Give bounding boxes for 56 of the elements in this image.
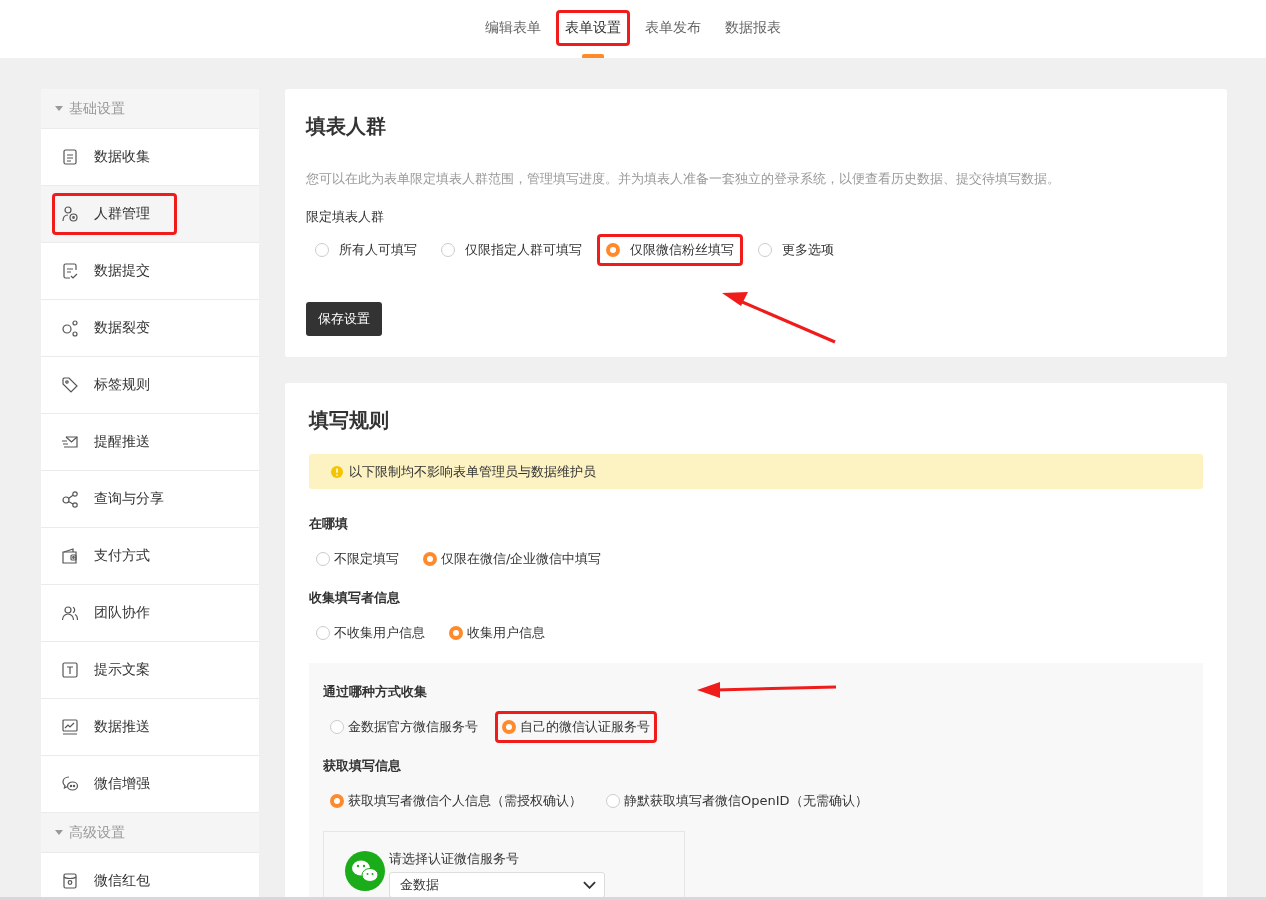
sidebar-item[interactable]: 数据裂变 [41,300,259,357]
tag-icon [61,376,79,394]
group-label: 收集填写者信息 [309,589,400,607]
sidebar-item[interactable]: 人群管理 [41,186,259,243]
sidebar-item[interactable]: 查询与分享 [41,471,259,528]
group-label: 在哪填 [309,515,348,533]
notice-text: 以下限制均不影响表单管理员与数据维护员 [349,462,596,481]
field-label: 限定填表人群 [306,208,385,226]
caret-icon [55,105,63,112]
document-icon [61,148,79,166]
radio-option[interactable]: 金数据官方微信服务号 [323,711,485,743]
sidebar-item[interactable]: 提示文案 [41,642,259,699]
chevron-down-icon [583,881,596,889]
radio-option[interactable]: 所有人可填写 [306,234,426,266]
radio-option[interactable]: 仅限指定人群可填写 [432,234,591,266]
card-title: 填表人群 [306,113,387,140]
radio-option[interactable]: 仅限在微信/企业微信中填写 [416,543,609,575]
tab[interactable]: 表单发布 [636,10,710,46]
group-label: 获取填写信息 [323,757,401,775]
sidebar-item[interactable]: 微信红包 [41,853,259,897]
group-label: 通过哪种方式收集 [323,683,427,701]
radio-option[interactable]: 收集用户信息 [442,617,552,649]
circles-icon [61,319,79,337]
document-check-icon [61,262,79,280]
account-dropdown[interactable]: 金数据 [389,872,605,897]
sidebar-item[interactable]: 标签规则 [41,357,259,414]
radio-option[interactable]: 仅限微信粉丝填写 [597,234,743,266]
text-icon [61,661,79,679]
tab[interactable]: 数据报表 [716,10,790,46]
warning-icon [331,465,343,478]
radio-option[interactable]: 不收集用户信息 [309,617,432,649]
radio-option[interactable]: 更多选项 [749,234,843,266]
picker-label: 请选择认证微信服务号 [389,850,520,868]
radio-option[interactable]: 获取填写者微信个人信息（需授权确认） [323,785,589,817]
radio-option[interactable]: 静默获取填写者微信OpenID（无需确认） [599,785,875,817]
packet-icon [61,872,79,890]
chart-icon [61,718,79,736]
caret-icon [55,829,63,836]
chat-icon [61,775,79,793]
share-icon [61,490,79,508]
chat-bubbles-icon [345,851,385,891]
sidebar-item[interactable]: 提醒推送 [41,414,259,471]
tab[interactable]: 表单设置 [556,10,630,46]
card-title: 填写规则 [309,407,390,434]
save-button[interactable]: 保存设置 [306,302,382,336]
sidebar-item[interactable]: 数据提交 [41,243,259,300]
user-icon [61,205,79,223]
sidebar-item[interactable]: 数据推送 [41,699,259,756]
tab[interactable]: 编辑表单 [476,10,550,46]
sidebar-item[interactable]: 团队协作 [41,585,259,642]
radio-option[interactable]: 不限定填写 [309,543,406,575]
people-icon [61,604,79,622]
envelope-icon [61,433,79,451]
radio-option[interactable]: 自己的微信认证服务号 [495,711,657,743]
sidebar-item[interactable]: 支付方式 [41,528,259,585]
wallet-icon [61,547,79,565]
